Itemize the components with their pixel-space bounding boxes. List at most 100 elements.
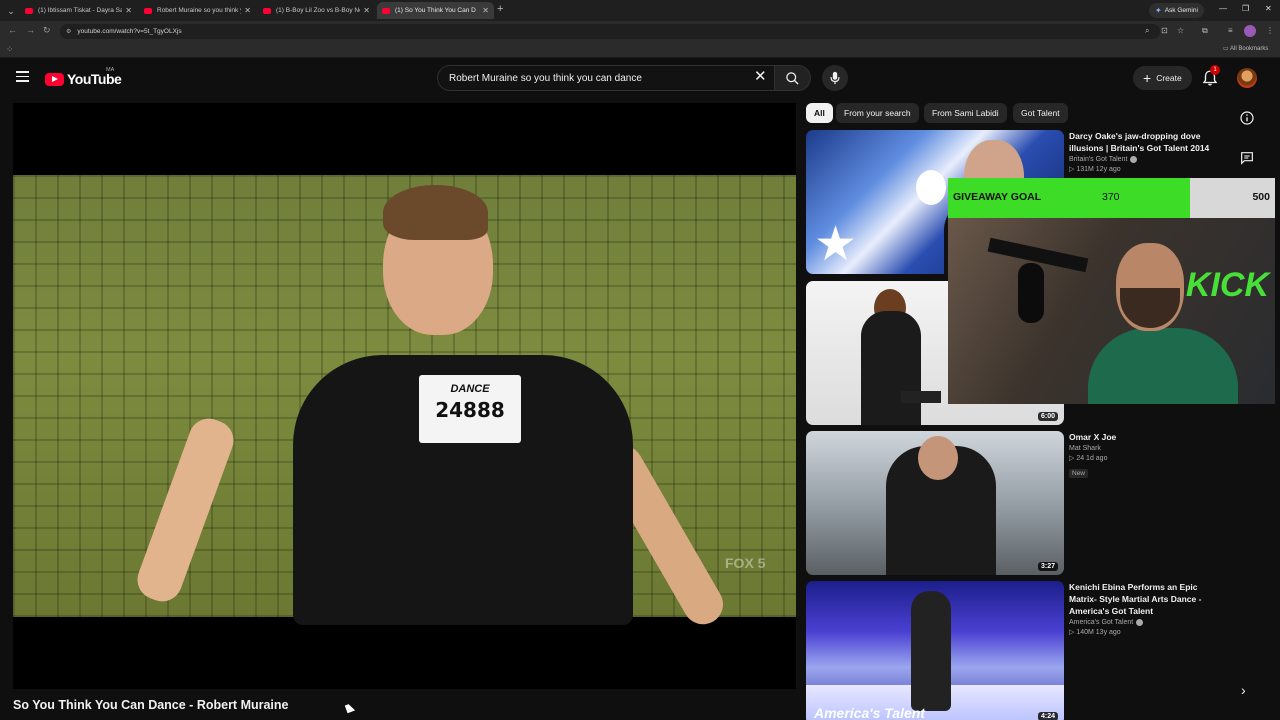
extensions-icon[interactable]: ⧉ (1202, 26, 1208, 36)
bookmark-star-icon[interactable]: ☆ (1177, 26, 1184, 35)
face-shape (918, 436, 958, 480)
kick-sign: KICK (1185, 266, 1269, 304)
clear-search-icon[interactable]: ✕ (754, 69, 767, 84)
site-info-icon[interactable]: ⚙ (66, 28, 71, 35)
giveaway-goal-bar: GIVEAWAY GOAL 370 500 (948, 178, 1275, 218)
region-code: MA (106, 67, 115, 73)
recommendation-meta: Kenichi Ebina Performs an Epic Matrix- S… (1069, 581, 1219, 636)
dancer-hair (383, 185, 488, 240)
bib-text: DANCE (450, 383, 490, 395)
tab-search-icon[interactable]: ⌄ (4, 4, 18, 18)
video-thumbnail[interactable]: America's Talent 4:24 (806, 581, 1064, 720)
channel-name: Britain's Got Talent (1069, 156, 1128, 163)
channel-name: America's Got Talent (1069, 619, 1134, 626)
tab-label: (1) B-Boy Lil Zoo vs B-Boy Nega (276, 7, 360, 14)
stream-overlay: GIVEAWAY GOAL 370 500 KICK (948, 178, 1275, 404)
maximize-icon[interactable]: ❐ (1242, 4, 1249, 13)
microphone-icon (830, 71, 840, 85)
notification-badge: 1 (1210, 65, 1220, 75)
apps-grid-icon[interactable]: ⁘ (6, 44, 14, 55)
create-label: Create (1156, 73, 1182, 83)
new-tab-icon[interactable]: + (497, 3, 503, 15)
new-badge: New (1069, 469, 1089, 478)
youtube-play-icon (45, 72, 64, 86)
plus-icon: + (1143, 70, 1152, 86)
tab-close-icon[interactable]: ✕ (125, 6, 132, 15)
channel-name: Mat Shark (1069, 445, 1101, 452)
chip-from-your-search[interactable]: From your search (836, 103, 919, 123)
ask-gemini-button[interactable]: ✦ Ask Gemini (1149, 3, 1204, 18)
youtube-logo[interactable]: YouTube MA (45, 67, 122, 87)
chip-got-talent[interactable]: Got Talent (1013, 103, 1068, 123)
webcam-feed: KICK (948, 218, 1275, 404)
menu-icon[interactable] (16, 71, 29, 82)
browser-menu-icon[interactable]: ⋮ (1266, 26, 1274, 35)
verified-icon (1136, 619, 1144, 626)
bookmarks-bar: ⁘ ▭ All Bookmarks (0, 41, 1280, 58)
reload-icon[interactable]: ↻ (43, 25, 51, 36)
chip-from-sami-labidi[interactable]: From Sami Labidi (924, 103, 1007, 123)
tab-label: Robert Muraine so you think yo (157, 7, 242, 14)
contestant-bib: DANCE 24888 (419, 375, 521, 443)
tab-label: (1) So You Think You Can D (395, 7, 476, 14)
duration-badge: 3:27 (1037, 562, 1058, 571)
back-icon[interactable]: ← (8, 25, 17, 35)
recommendation-title[interactable]: Omar X Joe (1069, 431, 1219, 443)
mouse-cursor-icon (344, 702, 356, 714)
recommendation-meta: Omar X Joe Mat Shark ▷ 24 1d ago New (1069, 431, 1219, 480)
recommendation-card[interactable]: America's Talent 4:24 Kenichi Ebina Perf… (806, 581, 1226, 720)
video-player[interactable]: DANCE 24888 FOX 5 (13, 103, 796, 689)
browser-tab-1[interactable]: (1) Ibtissam Tiskat - Dayra Sans ✕ (20, 2, 137, 19)
zoom-icon[interactable]: ⌕ (1145, 26, 1149, 36)
browser-tab-2[interactable]: Robert Muraine so you think yo ✕ (139, 2, 256, 19)
account-avatar[interactable] (1237, 68, 1257, 88)
notifications-button[interactable]: 1 (1201, 65, 1220, 87)
tab-close-icon[interactable]: ✕ (244, 6, 251, 15)
video-title: So You Think You Can Dance - Robert Mura… (13, 698, 289, 712)
goal-target: 500 (1252, 191, 1270, 203)
search-input[interactable]: Robert Muraine so you think you can danc… (437, 65, 777, 91)
recommendation-title[interactable]: Darcy Oake's jaw-dropping dove illusions… (1069, 130, 1219, 154)
bib-number: 24888 (435, 398, 505, 422)
recommendation-title[interactable]: Kenichi Ebina Performs an Epic Matrix- S… (1069, 581, 1219, 617)
youtube-favicon-icon (25, 7, 33, 14)
close-window-icon[interactable]: ✕ (1265, 4, 1272, 13)
microphone-shape (1018, 263, 1044, 323)
voice-search-button[interactable] (822, 65, 848, 91)
tab-close-icon[interactable]: ✕ (363, 6, 370, 15)
dove-shape (916, 170, 946, 205)
chat-icon[interactable] (1239, 150, 1255, 166)
tab-close-icon[interactable]: ✕ (482, 6, 489, 15)
person-shape (861, 311, 921, 425)
browser-profile-avatar[interactable] (1244, 25, 1256, 37)
browser-tab-3[interactable]: (1) B-Boy Lil Zoo vs B-Boy Nega ✕ (258, 2, 375, 19)
recommendation-stats: ▷ 24 1d ago (1069, 455, 1108, 462)
forward-icon[interactable]: → (26, 25, 35, 35)
recommendation-channel[interactable]: Mat Shark (1069, 445, 1219, 452)
duration-badge: 4:24 (1037, 712, 1058, 720)
goal-label: GIVEAWAY GOAL (953, 191, 1042, 203)
create-button[interactable]: + Create (1133, 66, 1192, 90)
url-text: youtube.com/watch?v=5t_TgyOLXjs (77, 28, 182, 35)
url-field[interactable]: ⚙ youtube.com/watch?v=5t_TgyOLXjs (60, 24, 1160, 39)
recommendation-stats: ▷ 131M 12y ago (1069, 166, 1121, 173)
search-button[interactable] (774, 65, 811, 91)
video-thumbnail[interactable]: 3:27 (806, 431, 1064, 575)
install-icon[interactable]: ⊡ (1161, 26, 1168, 35)
chip-all[interactable]: All (806, 103, 833, 123)
all-bookmarks-link[interactable]: ▭ All Bookmarks (1223, 45, 1268, 52)
minimize-icon[interactable]: — (1219, 4, 1227, 13)
duration-badge: 6:00 (1037, 412, 1058, 421)
recommendation-channel[interactable]: Britain's Got Talent (1069, 156, 1219, 163)
all-bookmarks-label: All Bookmarks (1230, 46, 1269, 52)
recommendation-channel[interactable]: America's Got Talent (1069, 619, 1219, 626)
recommendation-meta: Darcy Oake's jaw-dropping dove illusions… (1069, 130, 1219, 173)
channel-watermark: FOX 5 (725, 555, 766, 571)
chevron-right-icon[interactable]: › (1241, 682, 1246, 698)
star-icon: ★ (814, 218, 858, 271)
browser-tab-4[interactable]: (1) So You Think You Can D ✕ (377, 2, 494, 19)
recommendation-card[interactable]: 3:27 Omar X Joe Mat Shark ▷ 24 1d ago Ne… (806, 431, 1226, 575)
media-icon[interactable]: ≡ (1228, 26, 1233, 35)
info-icon[interactable] (1239, 110, 1255, 126)
recommendation-stats: ▷ 140M 13y ago (1069, 629, 1121, 636)
